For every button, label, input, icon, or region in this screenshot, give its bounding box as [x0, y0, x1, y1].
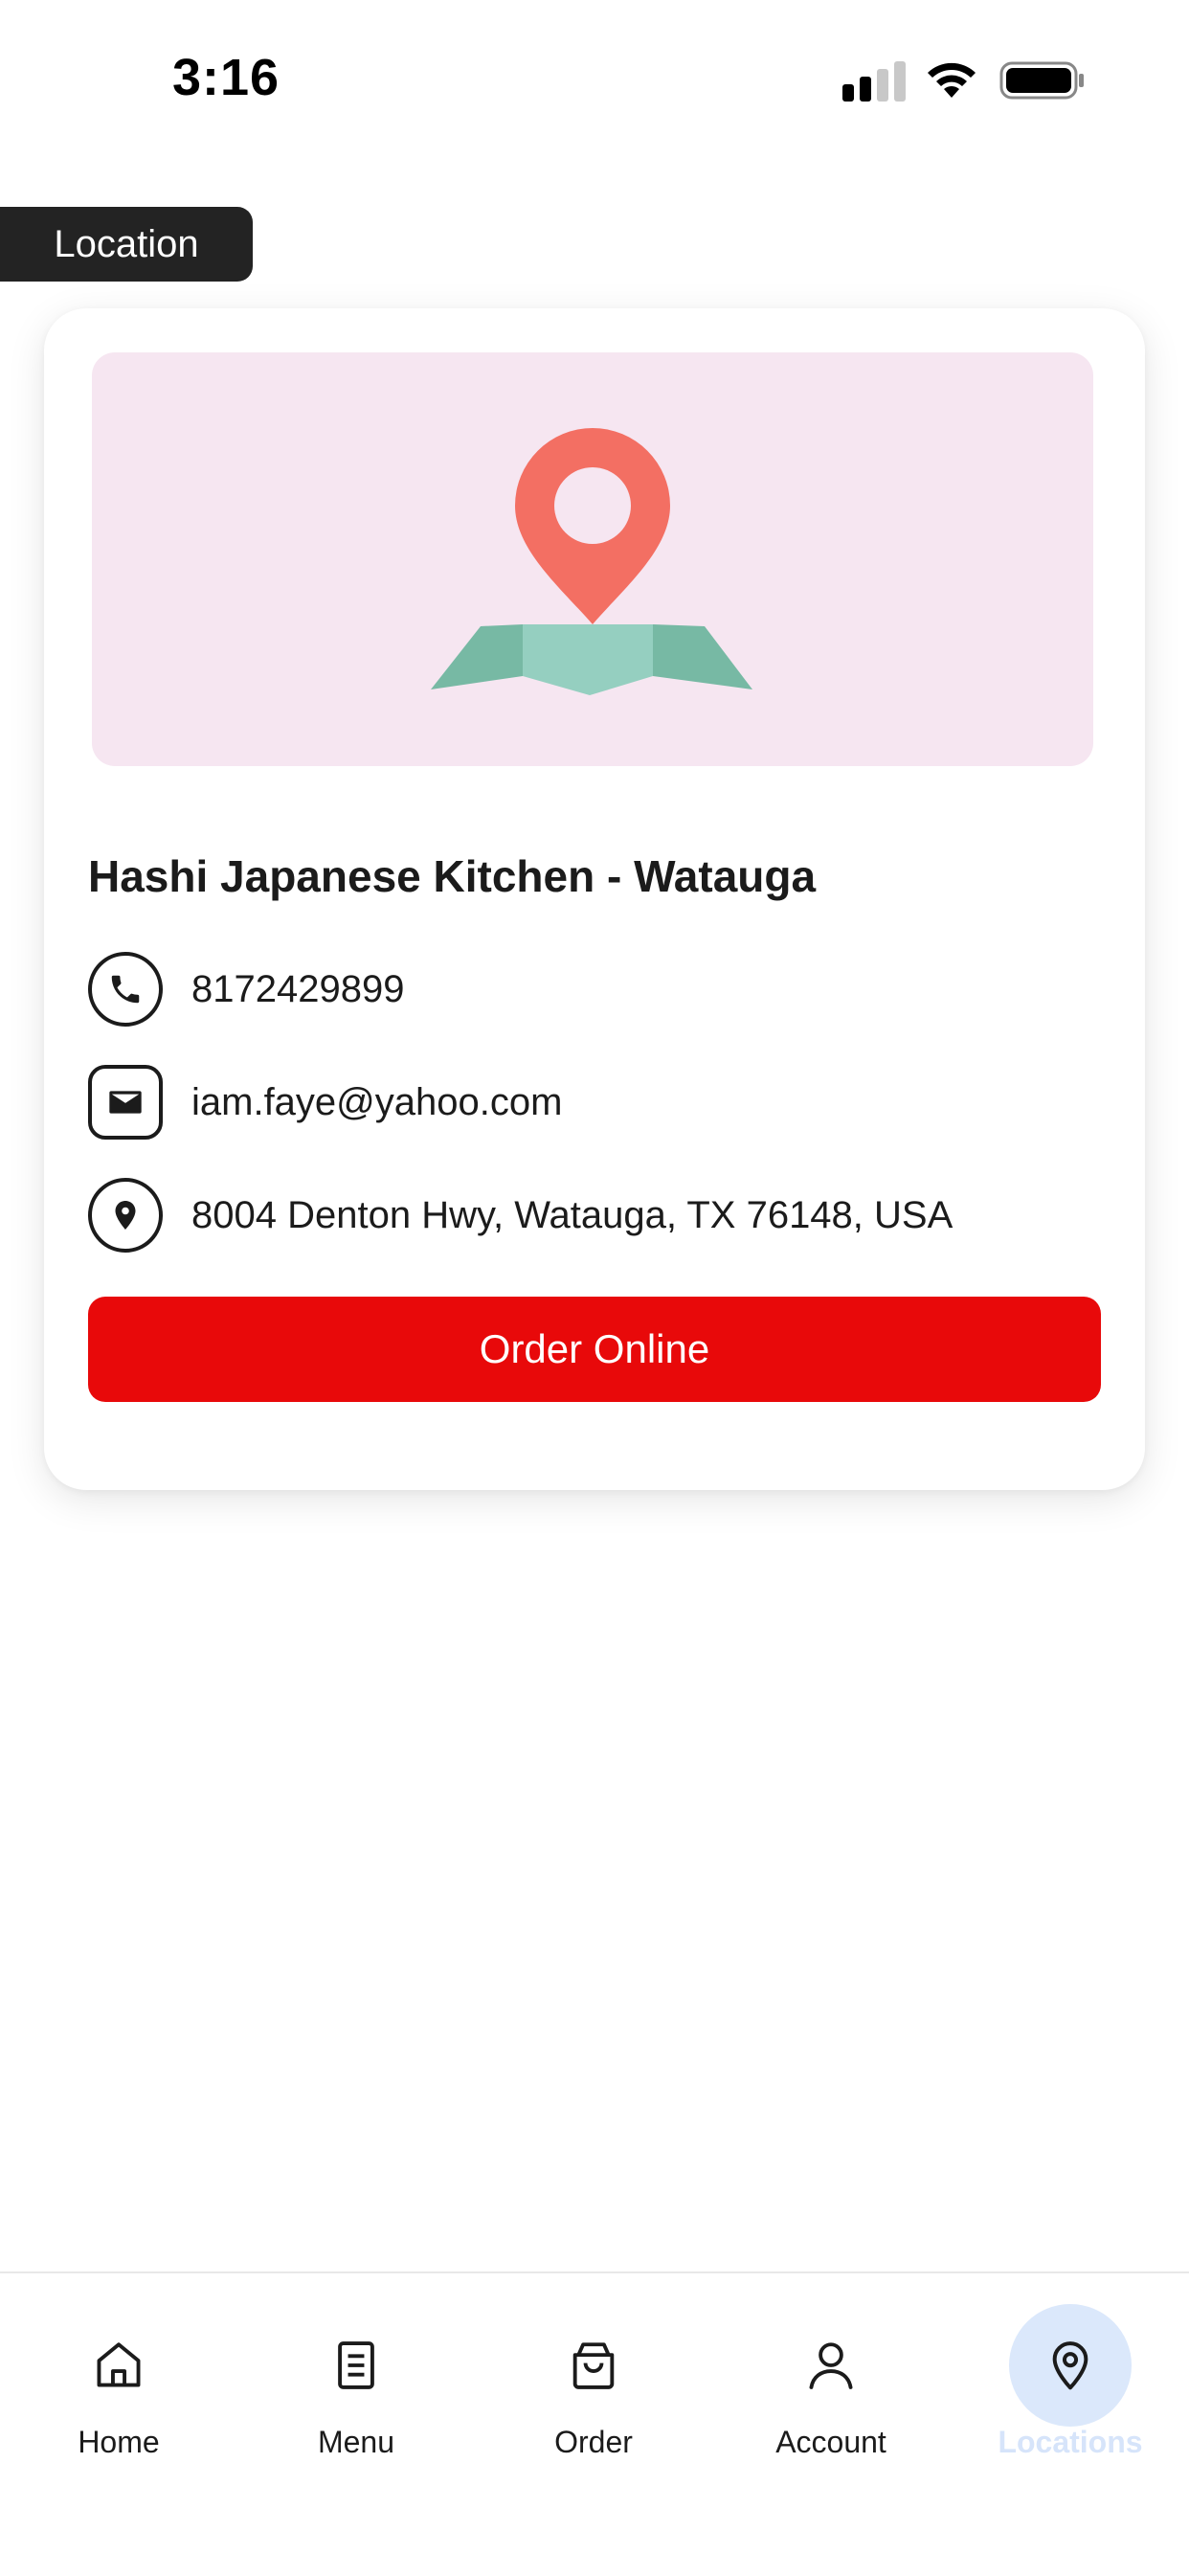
nav-label-locations: Locations	[998, 2425, 1143, 2459]
order-online-button[interactable]: Order Online	[88, 1297, 1101, 1402]
email-address: iam.faye@yahoo.com	[191, 1080, 563, 1123]
map-banner	[92, 352, 1093, 766]
user-icon	[770, 2304, 892, 2427]
cellular-signal-icon	[842, 61, 906, 102]
home-icon	[57, 2304, 180, 2427]
nav-label-order: Order	[554, 2425, 633, 2459]
location-card: Hashi Japanese Kitchen - Watauga 8172429…	[44, 308, 1145, 1490]
mail-icon	[88, 1065, 163, 1140]
nav-item-order[interactable]: Order	[475, 2273, 712, 2484]
nav-label-account: Account	[775, 2425, 886, 2459]
phone-number: 8172429899	[191, 967, 405, 1010]
nav-item-home[interactable]: Home	[0, 2273, 237, 2484]
address-row[interactable]: 8004 Denton Hwy, Watauga, TX 76148, USA	[88, 1176, 953, 1254]
store-address: 8004 Denton Hwy, Watauga, TX 76148, USA	[191, 1193, 953, 1236]
nav-item-menu[interactable]: Menu	[237, 2273, 475, 2484]
status-bar: 3:16	[0, 0, 1189, 163]
menu-document-icon	[295, 2304, 417, 2427]
nav-item-account[interactable]: Account	[712, 2273, 950, 2484]
section-label-location: Location	[0, 207, 253, 282]
location-pin-icon	[1009, 2304, 1132, 2427]
map-pin-illustration	[431, 428, 752, 695]
nav-label-menu: Menu	[317, 2425, 395, 2459]
location-pin-icon	[88, 1178, 163, 1253]
wifi-icon	[928, 62, 976, 98]
phone-icon	[88, 952, 163, 1027]
phone-row[interactable]: 8172429899	[88, 950, 404, 1028]
nav-item-locations[interactable]: Locations	[952, 2273, 1189, 2484]
email-row[interactable]: iam.faye@yahoo.com	[88, 1063, 562, 1141]
bottom-navigation: Home Menu Order Account Locations	[0, 2271, 1189, 2576]
nav-label-home: Home	[78, 2425, 160, 2459]
battery-icon	[999, 61, 1084, 100]
status-time: 3:16	[172, 49, 280, 106]
shopping-bag-icon	[532, 2304, 655, 2427]
store-name: Hashi Japanese Kitchen - Watauga	[88, 851, 817, 901]
